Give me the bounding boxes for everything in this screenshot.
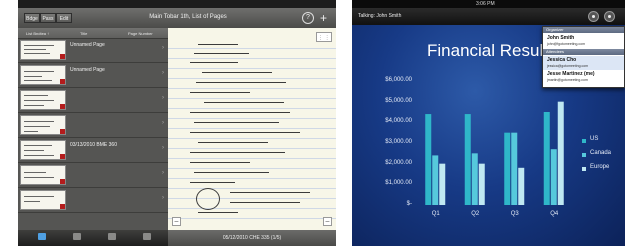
add-button[interactable]: +: [320, 12, 327, 24]
chevron-right-icon: ›: [162, 120, 164, 126]
bookmark-flag-icon: [60, 79, 65, 84]
attendees-button[interactable]: [604, 11, 615, 22]
bookmark-flag-icon: [60, 154, 65, 159]
chevron-right-icon: ›: [162, 145, 164, 151]
meeting-app-screen: 3:06 PM Talking: John Smith Financial Re…: [352, 0, 625, 246]
notebook-list: List Bndtea ↑ Title Page Number Unnamed …: [18, 28, 169, 230]
segment-bdge[interactable]: Bdge: [24, 13, 40, 23]
bookmark-flag-icon: [60, 179, 65, 184]
segment-pass[interactable]: Pass: [40, 13, 56, 23]
bar-us-q3: [504, 132, 511, 205]
note-page-canvas[interactable]: ⋮ ⋮ – –: [168, 28, 336, 230]
page-thumbnail: [20, 65, 66, 85]
page-thumbnail: [20, 165, 66, 185]
bar-canada-q2: [471, 153, 478, 205]
bar-europe-q4: [557, 101, 564, 205]
legend-label: US: [590, 136, 599, 142]
bar-europe-q1: [439, 163, 446, 205]
bookmark-flag-icon: [60, 104, 65, 109]
segment-edit[interactable]: Edit: [56, 13, 72, 23]
bar-europe-q2: [478, 163, 485, 205]
bookmark-flag-icon: [60, 54, 65, 59]
chevron-right-icon: ›: [162, 70, 164, 76]
attendee-name[interactable]: Jessica Cho: [547, 57, 576, 63]
camera-button[interactable]: [588, 11, 599, 22]
attendee-name[interactable]: Jesse Martinez (me): [547, 71, 595, 77]
list-item[interactable]: ›: [18, 88, 168, 113]
talking-indicator: Talking: John Smith: [358, 13, 402, 19]
legend-swatch: [582, 139, 586, 143]
nav-title: Main Tobar 1th, List of Pages: [149, 14, 227, 20]
zoom-out-button[interactable]: –: [172, 217, 181, 226]
bar-europe-q3: [518, 167, 525, 205]
notebook-icon[interactable]: [38, 233, 46, 240]
remove-page-button[interactable]: –: [323, 217, 332, 226]
list-item-label: Unnamed Page: [70, 67, 105, 73]
bar-canada-q4: [550, 149, 557, 205]
page-footer: 05/12/2010 CHE 335 (1/5): [168, 230, 336, 246]
bar-us-q1: [425, 114, 432, 205]
legend-swatch: [582, 167, 586, 171]
column-title-header[interactable]: Title: [80, 31, 87, 36]
tag-icon[interactable]: [108, 233, 116, 240]
page-thumbnail: [20, 115, 66, 135]
organizer-email: john@fgotomeeting.com: [547, 42, 585, 46]
attendee-email: jessica@gotomeeting.com: [547, 64, 589, 68]
chevron-right-icon: ›: [162, 170, 164, 176]
help-button[interactable]: ?: [302, 12, 314, 24]
bar-canada-q3: [511, 132, 518, 205]
bookmark-flag-icon: [60, 204, 65, 209]
organizer-header: Organizer: [543, 27, 624, 33]
page-tools-button[interactable]: ⋮ ⋮: [316, 32, 332, 42]
status-time: 3:06 PM: [476, 1, 495, 7]
list-item[interactable]: ›: [18, 163, 168, 188]
list-item[interactable]: ›: [18, 188, 168, 213]
list-item[interactable]: 03/13/2010 BME 360 ›: [18, 138, 168, 163]
list-item[interactable]: Unnamed Page ›: [18, 63, 168, 88]
bookmark-flag-icon: [60, 129, 65, 134]
organizer-name[interactable]: John Smith: [547, 35, 574, 41]
column-list-header[interactable]: List Bndtea ↑: [26, 31, 49, 36]
page-thumbnail: [20, 40, 66, 60]
page-thumbnail: [20, 140, 66, 160]
bar-us-q4: [543, 112, 550, 205]
chevron-right-icon: ›: [162, 195, 164, 201]
legend-label: Canada: [590, 150, 612, 156]
meeting-toolbar: Talking: John Smith: [352, 8, 625, 25]
list-item-label: Unnamed Page: [70, 42, 105, 48]
list-item-label: 03/13/2010 BME 360: [70, 142, 117, 148]
column-page-header[interactable]: Page Number: [128, 31, 153, 36]
nav-bar: Bdge Pass Edit Main Tobar 1th, List of P…: [18, 8, 336, 29]
attendees-header: Attendees: [543, 49, 624, 55]
legend-swatch: [582, 153, 586, 157]
page-thumbnail: [20, 90, 66, 110]
status-bar: 3:06 PM: [352, 0, 625, 8]
list-item[interactable]: ›: [18, 113, 168, 138]
chevron-right-icon: ›: [162, 95, 164, 101]
chevron-right-icon: ›: [162, 45, 164, 51]
notebook-app-screen: Bdge Pass Edit Main Tobar 1th, List of P…: [18, 0, 336, 246]
bar-canada-q1: [432, 155, 439, 205]
settings-icon[interactable]: [143, 233, 151, 240]
bar-us-q2: [464, 114, 471, 205]
attendee-popover: Organizer John Smith john@fgotomeeting.c…: [542, 26, 625, 88]
page-thumbnail: [20, 190, 66, 210]
legend-label: Europe: [590, 164, 610, 170]
attendee-email: jmartin@gotomeeting.com: [547, 78, 588, 82]
list-item[interactable]: Unnamed Page ›: [18, 38, 168, 63]
sketch-shape: [196, 188, 220, 210]
people-icon[interactable]: [73, 233, 81, 240]
status-bar: [18, 0, 336, 8]
